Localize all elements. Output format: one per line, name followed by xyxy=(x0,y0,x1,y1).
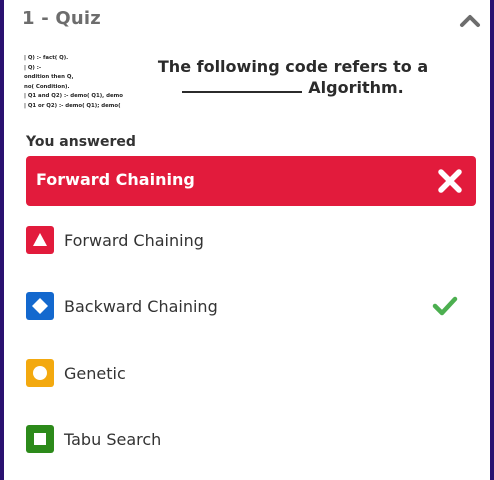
app-background: 1 - Quiz | Q) :- fact( Q). | Q) :- ondit… xyxy=(0,0,494,480)
question-text: The following code refers to a Algorithm… xyxy=(128,56,458,98)
diamond-icon xyxy=(26,292,54,320)
option-forward-chaining[interactable]: Forward Chaining xyxy=(26,226,476,256)
option-label: Tabu Search xyxy=(64,430,162,449)
option-tabu-search[interactable]: Tabu Search xyxy=(26,425,476,455)
code-line: | Q1 and Q2) :- demo( Q1), demo xyxy=(24,93,123,100)
circle-icon xyxy=(26,359,54,387)
code-snippet-image: | Q) :- fact( Q). | Q) :- ondition then … xyxy=(24,54,124,112)
x-icon xyxy=(438,169,462,193)
option-label: Forward Chaining xyxy=(64,231,204,250)
selected-answer-text: Forward Chaining xyxy=(36,170,195,189)
you-answered-label: You answered xyxy=(26,134,136,150)
checkmark-icon xyxy=(432,296,458,316)
question-line-2-text: Algorithm. xyxy=(308,78,404,97)
question-line-1: The following code refers to a xyxy=(157,57,429,76)
quiz-title: 1 - Quiz xyxy=(22,8,101,29)
square-icon xyxy=(26,425,54,453)
code-line: ondition then Q, xyxy=(24,74,74,81)
quiz-card: 1 - Quiz | Q) :- fact( Q). | Q) :- ondit… xyxy=(4,0,490,480)
collapse-button[interactable] xyxy=(458,10,482,32)
option-label: Backward Chaining xyxy=(64,297,218,316)
code-line: | Q1 or Q2) :- demo( Q1); demo( xyxy=(24,102,121,109)
option-backward-chaining[interactable]: Backward Chaining xyxy=(26,292,476,322)
answer-blank xyxy=(182,79,303,93)
code-line: | Q) :- xyxy=(24,64,42,71)
code-line: | Q) :- fact( Q). xyxy=(24,55,69,61)
selected-answer-bar: Forward Chaining xyxy=(26,156,476,206)
option-label: Genetic xyxy=(64,364,126,383)
chevron-up-icon xyxy=(460,15,480,27)
code-line: no( Condition). xyxy=(24,83,70,90)
quiz-header: 1 - Quiz xyxy=(22,8,482,34)
option-genetic[interactable]: Genetic xyxy=(26,359,476,389)
triangle-icon xyxy=(26,226,54,254)
question-line-2: Algorithm. xyxy=(128,77,458,98)
